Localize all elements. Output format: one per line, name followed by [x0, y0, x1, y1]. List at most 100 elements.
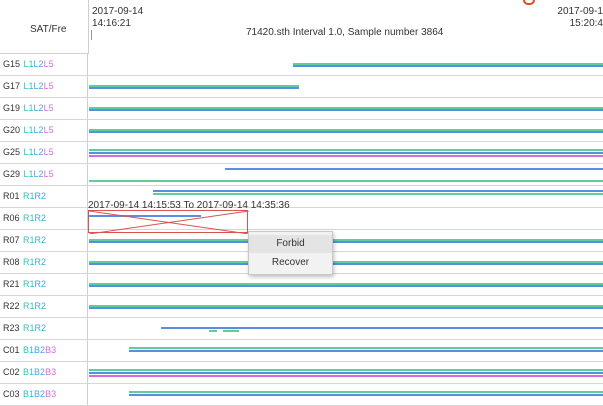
signal-bar — [153, 193, 603, 195]
start-timestamp: 2017-09-14 14:16:21 — [92, 6, 143, 30]
signal-bar — [161, 327, 603, 329]
signal-list: R1R2 — [23, 235, 46, 245]
signal-track — [89, 318, 603, 339]
satellite-row[interactable]: R23 R1R2 — [0, 318, 603, 340]
satellite-label: G29 L1L2L5 — [0, 164, 88, 185]
signal-tag: R1 — [23, 235, 35, 245]
signal-bar — [89, 285, 603, 287]
signal-tag: R2 — [34, 279, 47, 289]
signal-tag: L5 — [43, 103, 54, 113]
signal-list: R1R2 — [23, 213, 46, 223]
satellite-id: R22 — [3, 301, 20, 311]
satellite-row[interactable]: G25 L1L2L5 — [0, 142, 603, 164]
satellite-row[interactable]: G17 L1L2L5 — [0, 76, 603, 98]
signal-tag: R1 — [23, 213, 35, 223]
menu-item-recover[interactable]: Recover — [249, 254, 332, 272]
signal-bar — [89, 109, 603, 111]
sat-frequency-column-title: SAT/Fre — [30, 24, 67, 35]
signal-tag: L5 — [43, 125, 54, 135]
selection-cross-icon — [89, 211, 249, 234]
signal-list: B1B2B3 — [23, 389, 56, 399]
satellite-row[interactable]: C01 B1B2B3 — [0, 340, 603, 362]
signal-bar — [89, 152, 603, 154]
signal-tag: L5 — [43, 81, 54, 91]
satellite-row[interactable]: R22 R1R2 — [0, 296, 603, 318]
satellite-id: C02 — [3, 367, 20, 377]
signal-list: L1L2L5 — [24, 169, 54, 179]
signal-tag: L2 — [33, 59, 44, 69]
menu-item-forbid[interactable]: Forbid — [249, 235, 332, 253]
signal-track — [89, 98, 603, 119]
signal-list: B1B2B3 — [23, 345, 56, 355]
signal-tag: B3 — [45, 345, 57, 355]
satellite-id: R07 — [3, 235, 20, 245]
signal-tag: R1 — [23, 323, 35, 333]
satellite-row[interactable]: G19 L1L2L5 — [0, 98, 603, 120]
signal-tag: B2 — [34, 367, 46, 377]
signal-tag: B2 — [34, 345, 46, 355]
satellite-row[interactable]: C02 B1B2B3 — [0, 362, 603, 384]
signal-track — [89, 340, 603, 361]
observation-timeline-view: SAT/Fre 2017-09-14 14:16:21 71420.sth In… — [0, 0, 603, 406]
signal-track — [89, 76, 603, 97]
satellite-id: G29 — [3, 169, 21, 179]
signal-tag: R1 — [23, 279, 35, 289]
signal-tag: R2 — [34, 323, 47, 333]
signal-list: L1L2L5 — [24, 125, 54, 135]
signal-bar — [89, 372, 603, 374]
end-timestamp: 2017-09-1 15:20:4 — [539, 6, 603, 30]
signal-tag: R1 — [23, 301, 35, 311]
signal-bar — [129, 391, 603, 393]
signal-bar — [293, 65, 603, 67]
signal-track — [89, 54, 603, 75]
signal-list: R1R2 — [23, 257, 46, 267]
satellite-id: R21 — [3, 279, 20, 289]
satellite-id: G20 — [3, 125, 21, 135]
selection-box[interactable] — [88, 210, 249, 234]
signal-bar — [129, 394, 603, 396]
signal-list: L1L2L5 — [24, 103, 54, 113]
signal-track — [89, 274, 603, 295]
signal-tag: L1 — [23, 81, 34, 91]
satellite-label: C03 B1B2B3 — [0, 384, 88, 405]
signal-tag: L1 — [23, 59, 34, 69]
signal-tag: R2 — [34, 301, 47, 311]
satellite-id: G17 — [3, 81, 21, 91]
signal-bar — [89, 375, 603, 377]
signal-tag: L2 — [33, 125, 44, 135]
signal-tag: B3 — [45, 367, 57, 377]
signal-track — [89, 120, 603, 141]
satellite-label: R23 R1R2 — [0, 318, 88, 339]
signal-list: R1R2 — [23, 323, 46, 333]
signal-tag: L2 — [33, 103, 44, 113]
signal-tag: B2 — [34, 389, 46, 399]
signal-tag: R2 — [34, 257, 47, 267]
satellite-row[interactable]: R21 R1R2 — [0, 274, 603, 296]
end-time: 15:20:4 — [569, 18, 603, 29]
signal-bar — [223, 330, 239, 332]
signal-list: L1L2L5 — [24, 81, 54, 91]
signal-track — [89, 296, 603, 317]
satellite-row[interactable]: G20 L1L2L5 — [0, 120, 603, 142]
signal-tag: R2 — [34, 191, 47, 201]
satellite-row[interactable]: G15 L1L2L5 — [0, 54, 603, 76]
satellite-row[interactable]: G29 L1L2L5 — [0, 164, 603, 186]
satellite-id: G15 — [3, 59, 21, 69]
satellite-label: R01 R1R2 — [0, 186, 88, 207]
satellite-id: C03 — [3, 389, 20, 399]
signal-tag: R2 — [34, 213, 47, 223]
signal-bar — [89, 241, 603, 243]
satellite-id: R01 — [3, 191, 20, 201]
satellite-label: R21 R1R2 — [0, 274, 88, 295]
satellite-label: G15 L1L2L5 — [0, 54, 88, 75]
satellite-label: G20 L1L2L5 — [0, 120, 88, 141]
signal-track — [89, 252, 603, 273]
signal-bar — [153, 190, 603, 192]
signal-list: L1L2L5 — [24, 59, 54, 69]
signal-track — [89, 384, 603, 405]
satellite-row[interactable]: C03 B1B2B3 — [0, 384, 603, 406]
signal-bar — [225, 168, 603, 170]
signal-tag: L2 — [33, 147, 44, 157]
corner-mark-icon — [523, 0, 535, 5]
satellite-id: G25 — [3, 147, 21, 157]
